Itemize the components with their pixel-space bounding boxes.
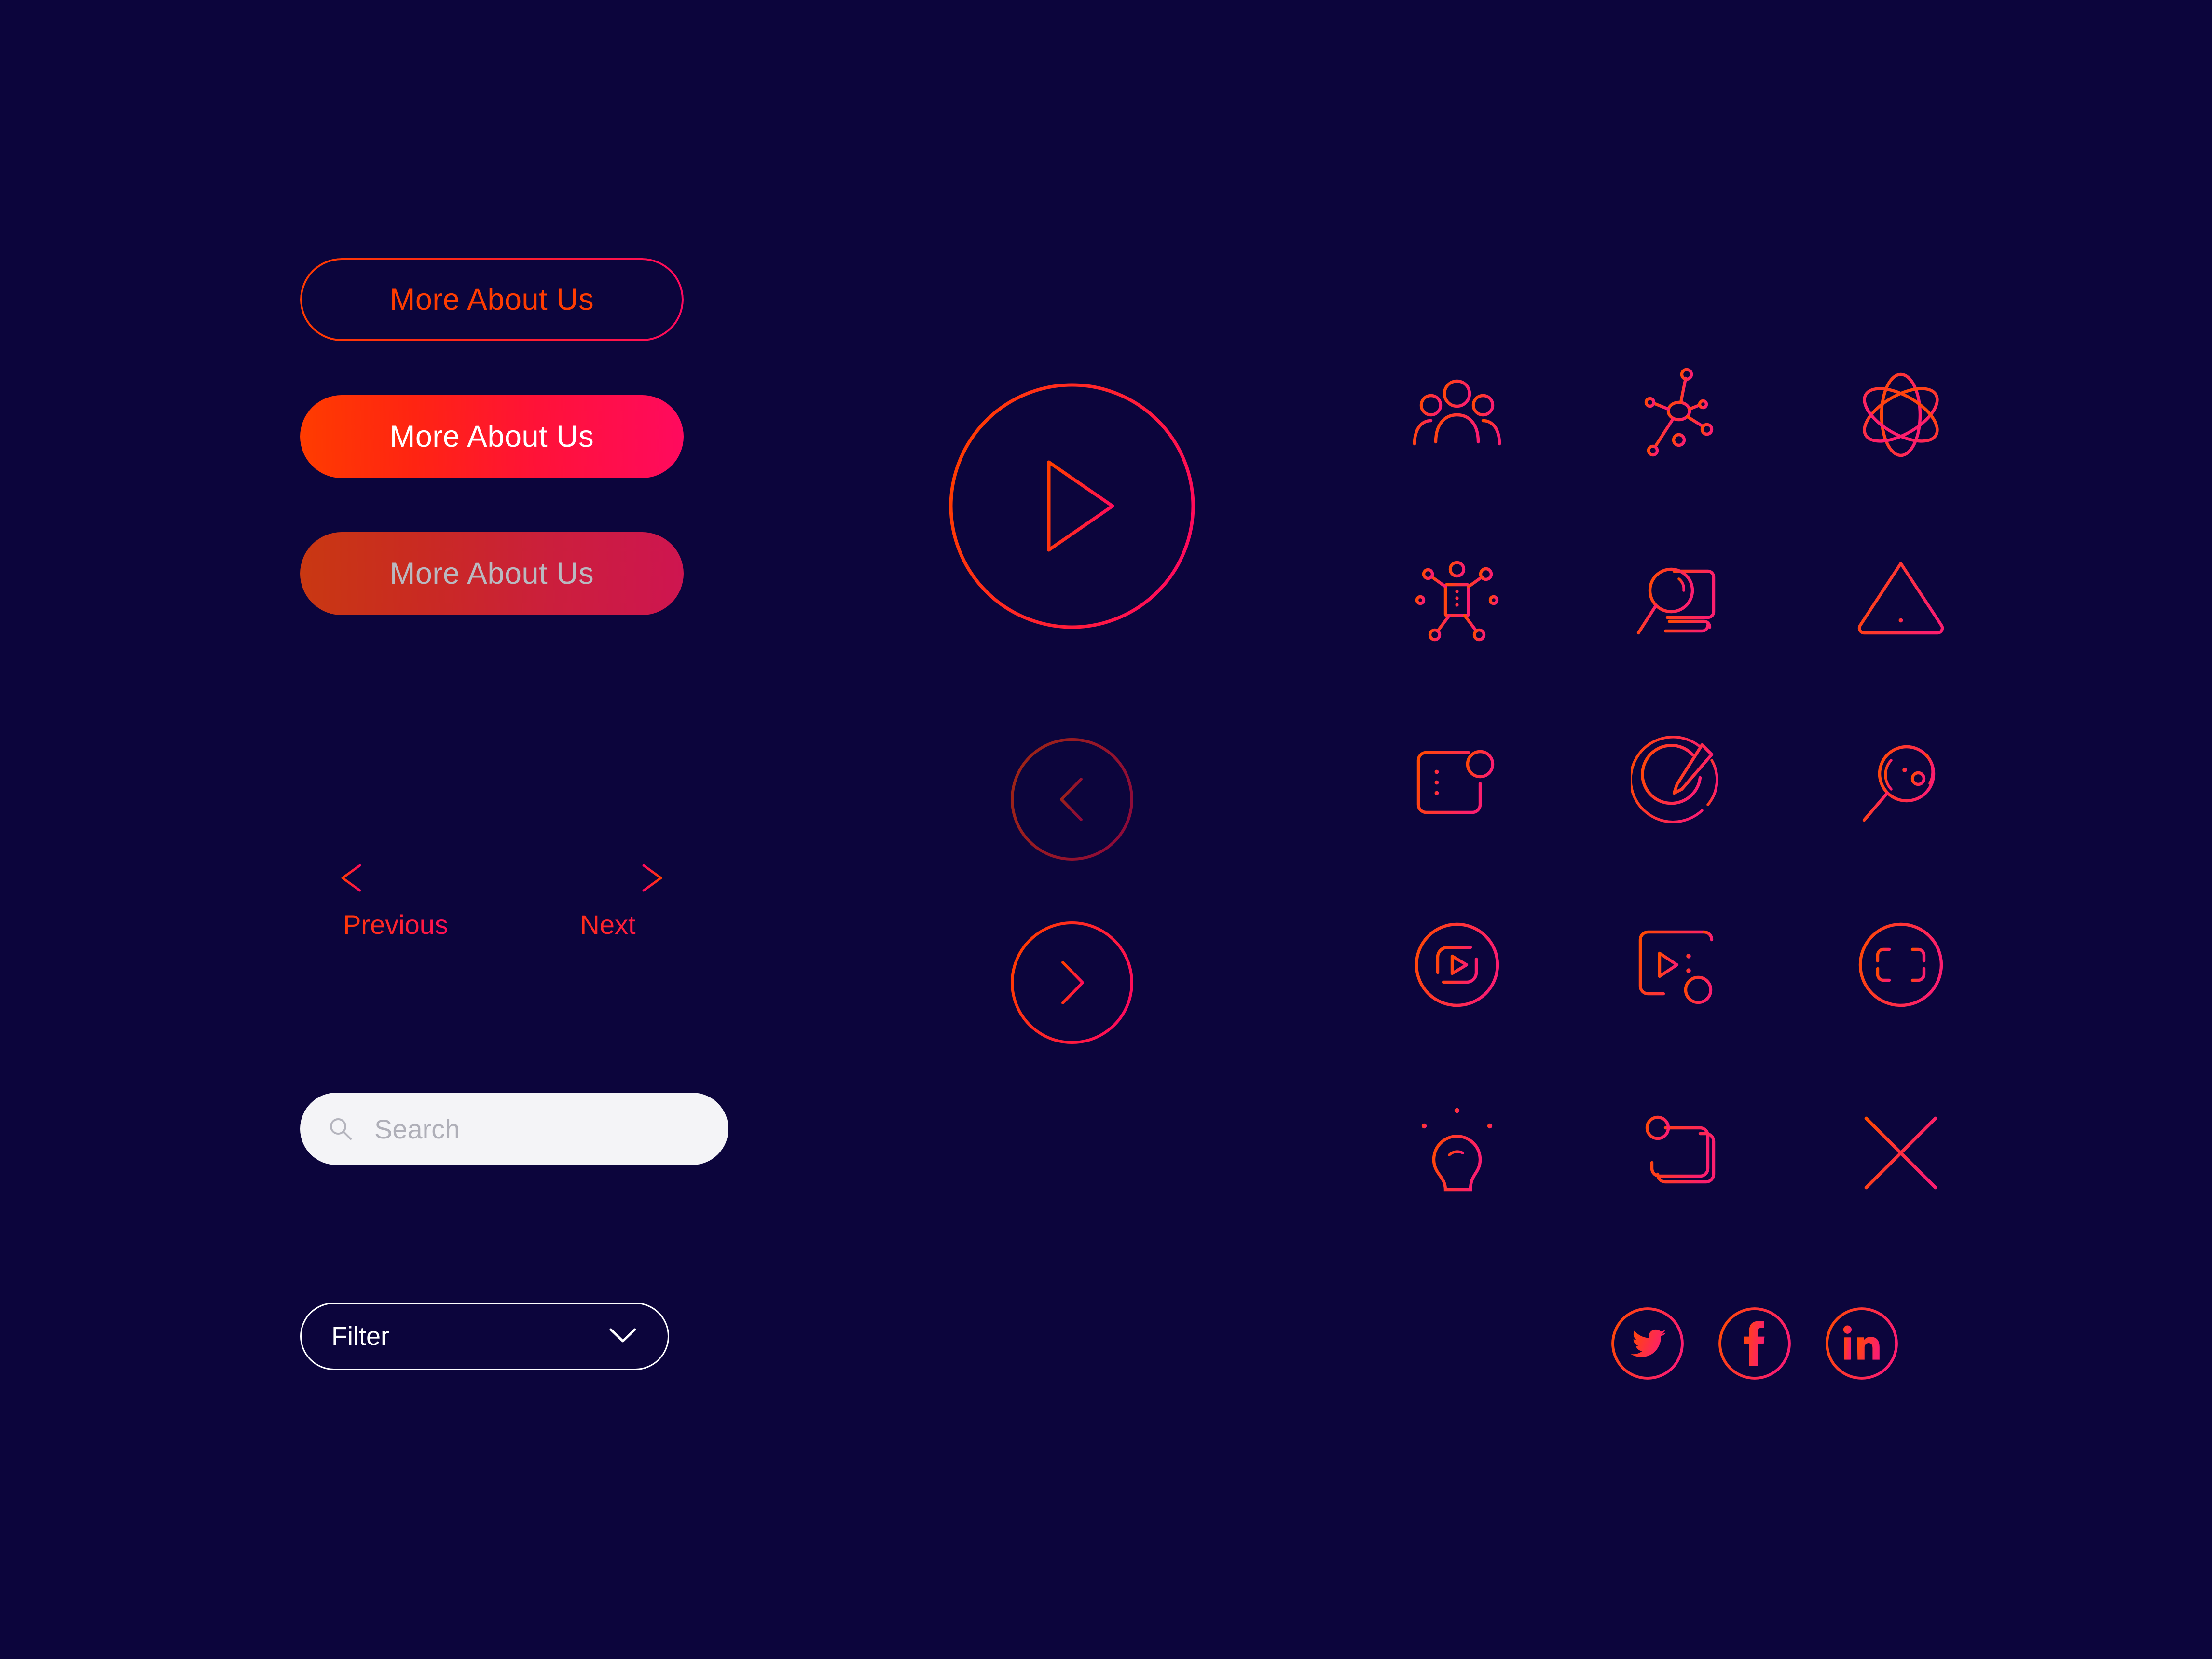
lightbulb-icon[interactable] — [1409, 1105, 1505, 1201]
ui-kit-canvas: More About Us More About Us More About U… — [0, 0, 2212, 1659]
play-button[interactable] — [947, 381, 1197, 631]
warning-triangle-icon[interactable] — [1853, 550, 1949, 646]
twitter-icon[interactable] — [1609, 1305, 1686, 1382]
pagination-next-label: Next — [545, 909, 671, 940]
search-document-icon[interactable] — [1631, 550, 1727, 646]
network-hub-icon[interactable] — [1631, 367, 1727, 463]
linkedin-icon[interactable] — [1823, 1305, 1900, 1382]
play-icon — [1047, 460, 1114, 552]
social-links — [1609, 1305, 1898, 1397]
more-about-us-disabled-button: More About Us — [300, 532, 684, 615]
button-label: More About Us — [389, 420, 594, 453]
more-about-us-primary-button[interactable]: More About Us — [300, 395, 684, 478]
stack-layers-icon[interactable] — [1631, 1105, 1727, 1201]
close-x-icon[interactable] — [1853, 1105, 1949, 1201]
users-group-icon[interactable] — [1409, 367, 1505, 463]
button-label: More About Us — [389, 283, 594, 316]
atom-icon[interactable] — [1853, 367, 1949, 463]
controls-column: More About Us More About Us More About U… — [300, 258, 758, 615]
search-input[interactable] — [373, 1112, 701, 1145]
search-data-icon[interactable] — [1853, 733, 1949, 830]
server-nodes-icon[interactable] — [1409, 550, 1505, 646]
media-card-icon[interactable] — [1631, 917, 1727, 1013]
carousel-next-button[interactable] — [1010, 920, 1134, 1045]
chevron-left-icon — [1060, 778, 1083, 821]
pagination-links: Previous Next — [333, 864, 700, 979]
edit-pencil-icon[interactable] — [1629, 733, 1727, 830]
facebook-icon[interactable] — [1716, 1305, 1793, 1382]
filter-dropdown[interactable]: Filter — [300, 1303, 669, 1370]
search-icon — [327, 1115, 354, 1142]
arrow-right-icon — [545, 864, 671, 892]
carousel-previous-button — [1010, 737, 1134, 862]
scan-frame-icon[interactable] — [1853, 917, 1949, 1013]
play-button-ring — [949, 383, 1195, 629]
chevron-down-icon — [608, 1326, 638, 1347]
arrow-left-icon — [333, 864, 458, 892]
button-label: More About Us — [389, 557, 594, 590]
play-circle-icon[interactable] — [1409, 917, 1505, 1013]
filter-label: Filter — [331, 1322, 389, 1351]
more-about-us-outline-button[interactable]: More About Us — [300, 258, 684, 341]
carousel-previous-ring — [1011, 738, 1133, 861]
list-card-icon[interactable] — [1409, 733, 1505, 830]
pagination-next[interactable]: Next — [545, 864, 671, 940]
search-bar[interactable] — [300, 1093, 728, 1165]
chevron-right-icon — [1061, 961, 1084, 1004]
pagination-previous[interactable]: Previous — [333, 864, 458, 940]
pagination-previous-label: Previous — [333, 909, 458, 940]
carousel-next-ring — [1011, 921, 1133, 1044]
